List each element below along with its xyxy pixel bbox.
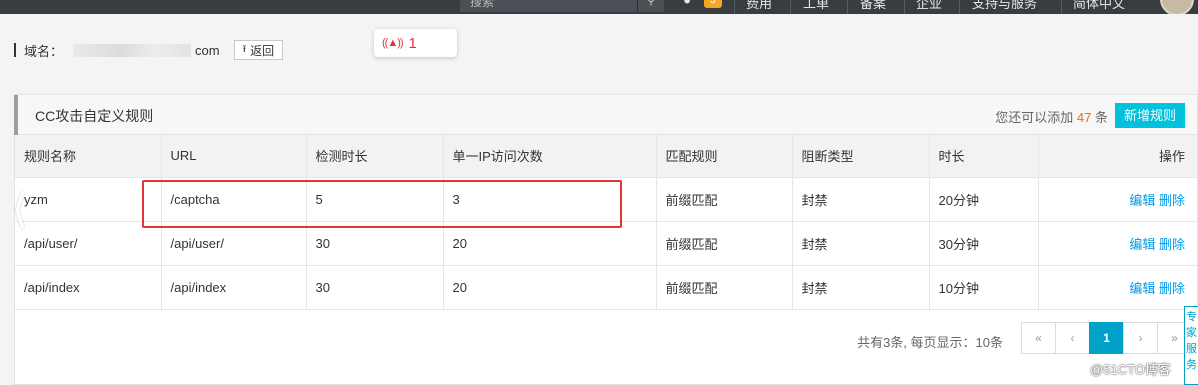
back-button-label: 返回 xyxy=(250,43,275,58)
rule-match: 前缀匹配 xyxy=(656,265,793,310)
nav-divider xyxy=(959,0,960,14)
nav-item-ticket[interactable]: 工单 xyxy=(803,0,829,12)
back-arrow-icon: ⭱ xyxy=(242,43,247,55)
pagination: « ‹ 1 › » xyxy=(1021,322,1192,354)
rule-block-type: 封禁 xyxy=(792,177,930,222)
prev-page-button[interactable]: ‹ xyxy=(1055,322,1090,354)
rule-block-type: 封禁 xyxy=(792,221,930,266)
rule-block-type: 封禁 xyxy=(792,265,930,310)
nav-item-support[interactable]: 支持与服务 xyxy=(972,0,1037,12)
quota-suffix: 条 xyxy=(1094,110,1108,125)
nav-item-icp[interactable]: 备案 xyxy=(860,0,886,12)
page-button-current[interactable]: 1 xyxy=(1089,322,1124,354)
nav-divider xyxy=(1061,0,1062,14)
pagination-info: 共有3条, 每页显示：10条 xyxy=(857,335,1003,350)
nav-item-billing[interactable]: 费用 xyxy=(746,0,772,12)
quota-value: 47 xyxy=(1076,110,1092,125)
nav-divider xyxy=(790,0,791,14)
alert-notification[interactable]: ((▲)) 1 xyxy=(374,29,457,57)
search-icon[interactable]: ⚲ xyxy=(638,0,664,12)
rule-actions: 编辑 删除 xyxy=(1038,265,1197,310)
rule-name: /api/user/ xyxy=(15,221,162,266)
top-navbar: 搜索 ⚲ ⚫ 3 费用 工单 备案 企业 支持与服务 简体中文 xyxy=(0,0,1198,14)
title-accent xyxy=(14,43,16,57)
rule-duration: 30 xyxy=(306,265,444,310)
watermark: @51CTO博客 xyxy=(1090,362,1171,377)
add-rule-button[interactable]: 新增规则 xyxy=(1115,103,1185,128)
quota-prefix: 您还可以添加 xyxy=(995,110,1074,125)
rule-ip-count: 20 xyxy=(443,265,657,310)
domain-label: 域名： xyxy=(24,43,64,59)
nav-divider xyxy=(904,0,905,14)
bell-icon[interactable]: ⚫ xyxy=(682,0,692,8)
rule-actions: 编辑 删除 xyxy=(1038,221,1197,266)
table-row: /api/index /api/index 30 20 前缀匹配 封禁 10分钟… xyxy=(15,265,1197,310)
domain-suffix: com xyxy=(195,42,220,58)
delete-link[interactable]: 删除 xyxy=(1159,281,1185,296)
rule-url: /api/index xyxy=(161,265,307,310)
avatar[interactable] xyxy=(1160,0,1194,14)
column-header: 匹配规则 xyxy=(656,135,793,178)
nav-divider xyxy=(734,0,735,14)
column-header: 时长 xyxy=(929,135,1039,178)
column-header: 检测时长 xyxy=(306,135,444,178)
panel-accent xyxy=(14,95,18,135)
column-header: 阻断类型 xyxy=(792,135,930,178)
panel-header: CC攻击自定义规则 您还可以添加 47 条 新增规则 xyxy=(14,95,1197,135)
domain-header: 域名： com ⭱ 返回 xyxy=(14,38,284,62)
edit-link[interactable]: 编辑 xyxy=(1129,193,1155,208)
rule-time: 20分钟 xyxy=(929,177,1039,222)
next-page-button[interactable]: › xyxy=(1123,322,1158,354)
pagination-row: 共有3条, 每页显示：10条 « ‹ 1 › » xyxy=(15,321,1197,361)
nav-item-language[interactable]: 简体中文 xyxy=(1073,0,1125,12)
column-header: 规则名称 xyxy=(15,135,162,178)
rule-time: 10分钟 xyxy=(929,265,1039,310)
back-button[interactable]: ⭱ 返回 xyxy=(233,40,284,60)
alert-count: 1 xyxy=(408,34,417,52)
rule-time: 30分钟 xyxy=(929,221,1039,266)
domain-redacted xyxy=(73,43,192,57)
cc-rules-panel: CC攻击自定义规则 您还可以添加 47 条 新增规则 规则名称 URL 检测时长… xyxy=(14,94,1198,385)
notification-badge[interactable]: 3 xyxy=(704,0,722,8)
edit-link[interactable]: 编辑 xyxy=(1129,237,1155,252)
nav-divider xyxy=(847,0,848,14)
rule-name: /api/index xyxy=(15,265,162,310)
panel-title: CC攻击自定义规则 xyxy=(35,108,154,124)
highlight-annotation xyxy=(142,180,622,228)
alarm-icon: ((▲)) xyxy=(382,37,404,49)
delete-link[interactable]: 删除 xyxy=(1159,193,1185,208)
nav-item-enterprise[interactable]: 企业 xyxy=(916,0,942,12)
rule-name: yzm xyxy=(15,177,162,222)
quota-text: 您还可以添加 47 条 xyxy=(995,107,1108,126)
first-page-button[interactable]: « xyxy=(1021,322,1056,354)
rule-match: 前缀匹配 xyxy=(656,221,793,266)
column-header: 操作 xyxy=(1038,135,1197,178)
column-header: 单一IP访问次数 xyxy=(443,135,657,178)
rule-match: 前缀匹配 xyxy=(656,177,793,222)
expert-service-tab[interactable]: 专家服务 xyxy=(1184,306,1198,385)
rule-actions: 编辑 删除 xyxy=(1038,177,1197,222)
table-header-row: 规则名称 URL 检测时长 单一IP访问次数 匹配规则 阻断类型 时长 操作 xyxy=(15,135,1197,178)
delete-link[interactable]: 删除 xyxy=(1159,237,1185,252)
search-input[interactable]: 搜索 xyxy=(460,0,638,12)
chevron-left-icon[interactable]: ⟨ xyxy=(12,190,28,230)
edit-link[interactable]: 编辑 xyxy=(1129,281,1155,296)
column-header: URL xyxy=(161,135,307,178)
